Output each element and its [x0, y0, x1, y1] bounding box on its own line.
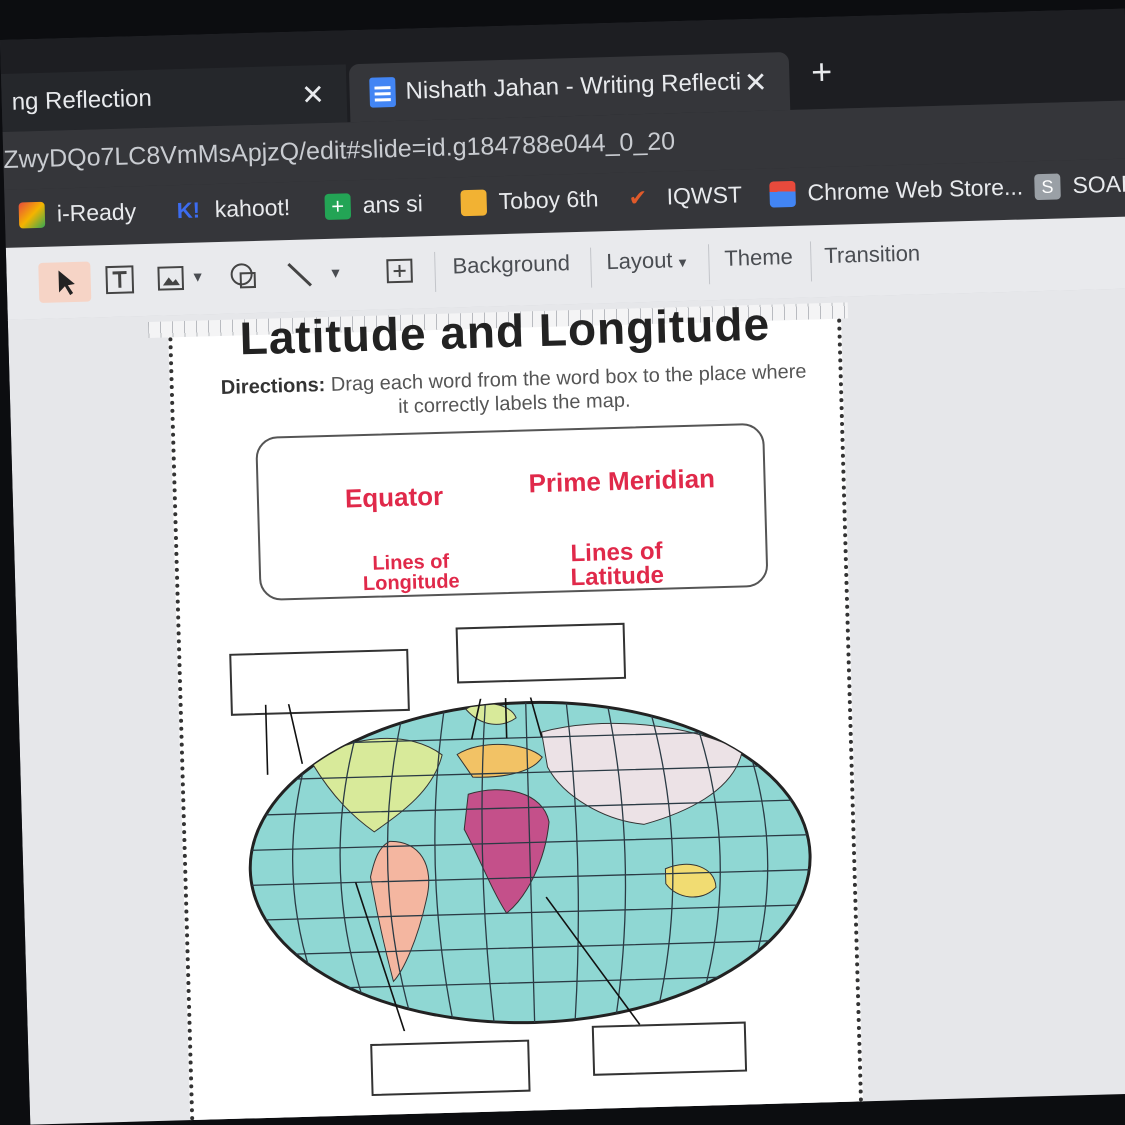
shape-icon[interactable] — [228, 261, 259, 292]
browser-window: ng Reflection ✕ Nishath Jahan - Writing … — [0, 8, 1125, 1125]
word-prime-meridian[interactable]: Prime Meridian — [528, 463, 715, 498]
add-comment-icon[interactable] — [384, 257, 415, 288]
bookmark-label: Toboy 6th — [498, 185, 599, 215]
toolbar-divider — [434, 251, 437, 292]
close-icon[interactable]: ✕ — [744, 65, 768, 99]
classroom-icon — [460, 188, 488, 216]
tab-title: ng Reflection — [11, 84, 153, 116]
soap-icon: S — [1034, 172, 1061, 200]
bookmark-toboy[interactable]: Toboy 6th — [460, 185, 599, 216]
label-dropzone[interactable] — [591, 1021, 748, 1076]
label-dropzone[interactable] — [455, 622, 627, 684]
iready-icon — [18, 201, 46, 229]
label-dropzone[interactable] — [370, 1039, 531, 1097]
bookmark-kahoot[interactable]: K! kahoot! — [176, 194, 290, 224]
directions: Directions: Drag each word from the word… — [213, 359, 814, 424]
directions-label: Directions: — [220, 374, 326, 399]
docs-icon — [369, 76, 397, 108]
word-lines-of-longitude[interactable]: Lines of Longitude — [350, 551, 471, 595]
theme-button[interactable]: Theme — [724, 244, 793, 272]
bookmark-label: i-Ready — [56, 198, 137, 227]
bookmark-iready[interactable]: i-Ready — [18, 198, 137, 229]
layout-button[interactable]: Layout ▼ — [606, 247, 689, 275]
bookmark-label: kahoot! — [214, 193, 291, 223]
tab-title: Nishath Jahan - Writing Reflecti — [405, 68, 742, 105]
bookmark-label: IQWST — [666, 181, 743, 210]
toolbar-divider — [707, 244, 711, 285]
toolbar-divider — [809, 241, 813, 282]
bookmark-label: Chrome Web Store... — [807, 173, 1024, 206]
slide[interactable]: Latitude and Longitude Directions: Drag … — [168, 298, 864, 1125]
bookmark-label: SOAP2 — [1072, 169, 1125, 199]
web-store-icon — [769, 180, 796, 208]
image-icon[interactable] — [156, 263, 187, 294]
iqwst-icon: ✔ — [628, 184, 648, 211]
tab-writing-reflection[interactable]: ng Reflection ✕ — [0, 64, 348, 132]
chevron-down-icon[interactable]: ▼ — [190, 268, 204, 284]
url-text: ZwyDQo7LC8VmMsApjzQ/edit#slide=id.g18478… — [2, 127, 676, 174]
directions-text: Drag each word from the word box to the … — [330, 360, 807, 419]
plus-icon: + — [324, 192, 352, 220]
line-icon[interactable] — [284, 259, 315, 290]
transition-button[interactable]: Transition — [824, 240, 920, 269]
cursor-icon — [58, 270, 75, 296]
world-map — [245, 689, 815, 1036]
bookmark-ans-si[interactable]: + ans si — [324, 190, 423, 220]
slide-canvas: Latitude and Longitude Directions: Drag … — [7, 288, 1125, 1125]
close-icon[interactable]: ✕ — [301, 77, 325, 111]
chevron-down-icon: ▼ — [672, 254, 690, 271]
background-button[interactable]: Background — [452, 250, 570, 279]
text-box-icon[interactable] — [104, 264, 135, 295]
word-equator[interactable]: Equator — [345, 481, 444, 514]
select-tool[interactable] — [38, 261, 92, 304]
bookmark-label: ans si — [362, 190, 424, 218]
new-tab-icon[interactable]: + — [811, 51, 833, 94]
bookmark-soap2[interactable]: S SOAP2 — [1034, 170, 1125, 200]
word-lines-of-latitude[interactable]: Lines of Latitude — [526, 538, 707, 592]
toolbar-divider — [590, 247, 593, 288]
kahoot-icon: K! — [176, 196, 201, 223]
bookmark-iqwst[interactable]: ✔ IQWST — [628, 181, 742, 211]
layout-label: Layout — [606, 247, 673, 275]
bookmark-chrome-web-store[interactable]: Chrome Web Store... — [769, 173, 1024, 208]
word-box: Equator Prime Meridian Lines of Longitud… — [255, 422, 769, 601]
chevron-down-icon[interactable]: ▼ — [328, 265, 342, 281]
